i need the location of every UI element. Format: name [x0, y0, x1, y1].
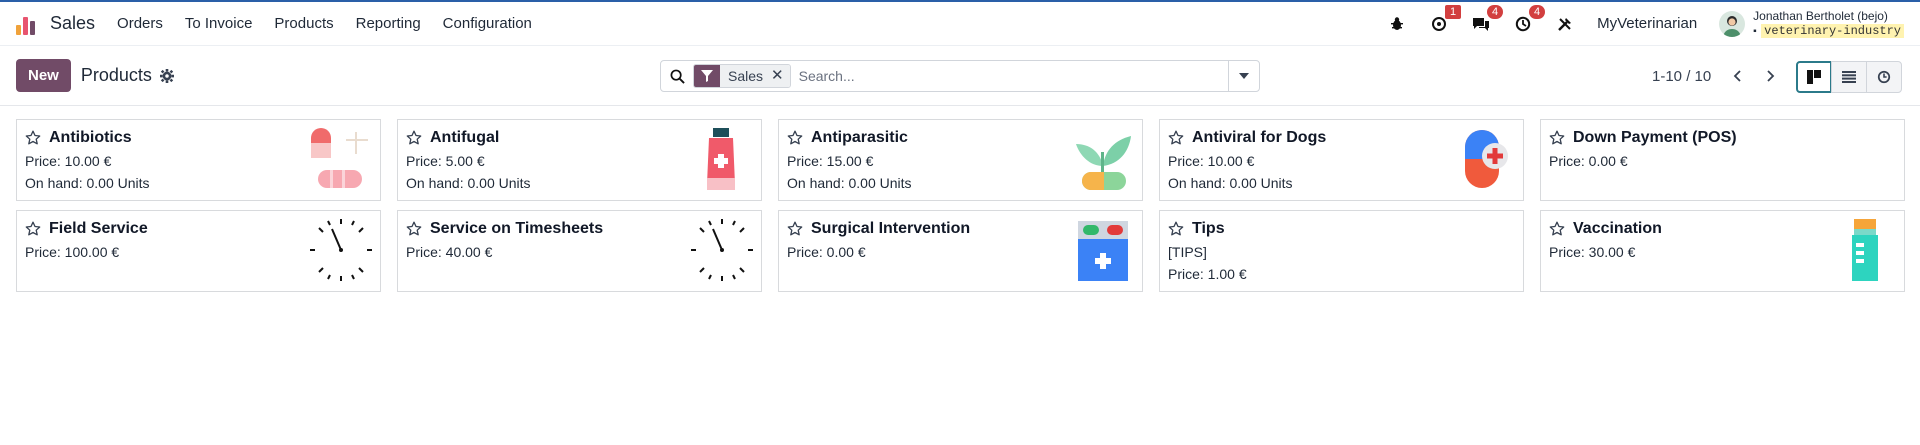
close-icon[interactable]: ✕: [771, 65, 790, 87]
product-info-line: [TIPS]: [1168, 244, 1207, 260]
search-icon[interactable]: [661, 69, 693, 84]
search-options-toggle[interactable]: [1228, 61, 1259, 91]
menu-products[interactable]: Products: [274, 15, 333, 32]
activity-badge: 1: [1445, 4, 1462, 19]
view-switcher: [1796, 61, 1902, 93]
user-name: Jonathan Bertholet (bejo): [1753, 8, 1888, 23]
control-panel: New Products Sales ✕ 1-10 / 10: [0, 46, 1920, 106]
kanban-view-button[interactable]: [1796, 61, 1832, 93]
product-info-line: Price: 1.00 €: [1168, 266, 1247, 282]
list-view-button[interactable]: [1831, 61, 1867, 93]
star-icon[interactable]: [1168, 130, 1184, 146]
menu-configuration[interactable]: Configuration: [443, 15, 532, 32]
search-facet: Sales ✕: [693, 64, 791, 88]
product-image: [1832, 217, 1898, 283]
star-icon[interactable]: [1549, 221, 1565, 237]
database-name: veterinary-industry: [1761, 23, 1904, 38]
search-bar: Sales ✕: [660, 60, 1260, 92]
menu-to-invoice[interactable]: To Invoice: [185, 15, 253, 32]
pager-value[interactable]: 1-10 / 10: [1652, 68, 1711, 85]
product-card-title: Tips: [1168, 220, 1515, 238]
gear-icon[interactable]: [159, 68, 174, 83]
product-name: Tips: [1192, 220, 1225, 237]
kanban-icon: [1807, 70, 1821, 84]
activity-view-button[interactable]: [1866, 61, 1902, 93]
star-icon[interactable]: [25, 130, 41, 146]
star-icon[interactable]: [25, 221, 41, 237]
chevron-right-icon[interactable]: [1763, 70, 1779, 82]
database-icon: ▪: [1753, 25, 1757, 37]
clock-icon: [1877, 70, 1891, 84]
activity-icon[interactable]: 1: [1429, 4, 1462, 34]
product-card-title: Down Payment (POS): [1549, 129, 1896, 147]
product-card[interactable]: Antiviral for Dogs Price: 10.00 € On hand:…: [1159, 119, 1524, 201]
systray: 1 4 4 MyVeterinarian Jonathan Bertholet …: [1387, 4, 1904, 39]
product-image: [1070, 217, 1136, 283]
facet-label: Sales: [720, 65, 772, 87]
list-icon: [1842, 71, 1856, 83]
star-icon[interactable]: [406, 130, 422, 146]
product-info-line: Price: 0.00 €: [1549, 153, 1628, 169]
product-image: [308, 126, 374, 192]
product-name: Down Payment (POS): [1573, 129, 1737, 146]
tools-icon[interactable]: [1555, 14, 1575, 34]
chevron-left-icon[interactable]: [1729, 70, 1745, 82]
product-card[interactable]: Antiparasitic Price: 15.00 € On hand: 0.00…: [778, 119, 1143, 201]
product-card[interactable]: Service on Timesheets Price: 40.00 €: [397, 210, 762, 292]
bug-icon[interactable]: [1387, 14, 1407, 34]
app-name[interactable]: Sales: [50, 13, 95, 34]
chat-icon[interactable]: 4: [1471, 4, 1504, 34]
product-card[interactable]: Vaccination Price: 30.00 €: [1540, 210, 1905, 292]
sales-app-icon[interactable]: [16, 13, 38, 35]
product-image: [689, 217, 755, 283]
star-icon[interactable]: [787, 221, 803, 237]
page-title: Products: [80, 65, 152, 85]
product-card[interactable]: Tips [TIPS] Price: 1.00 €: [1159, 210, 1524, 292]
pager: 1-10 / 10: [1652, 46, 1779, 106]
clock-icon[interactable]: 4: [1513, 4, 1546, 34]
product-image: [689, 126, 755, 192]
top-navbar: Sales Orders To Invoice Products Reporti…: [0, 0, 1920, 46]
menu-reporting[interactable]: Reporting: [356, 15, 421, 32]
product-card[interactable]: Antibiotics Price: 10.00 € On hand: 0.00 U…: [16, 119, 381, 201]
chat-badge: 4: [1487, 4, 1504, 19]
avatar: [1719, 10, 1746, 37]
clock-badge: 4: [1529, 4, 1546, 19]
product-card[interactable]: Down Payment (POS) Price: 0.00 €: [1540, 119, 1905, 201]
product-name: Field Service: [49, 220, 148, 237]
product-name: Antiviral for Dogs: [1192, 129, 1327, 146]
new-button[interactable]: New: [16, 59, 71, 92]
product-image: [1451, 126, 1517, 192]
menu-orders[interactable]: Orders: [117, 15, 163, 32]
user-menu[interactable]: Jonathan Bertholet (bejo) ▪ veterinary-i…: [1719, 9, 1904, 39]
product-name: Antiparasitic: [811, 129, 908, 146]
product-kanban: Antibiotics Price: 10.00 € On hand: 0.00 U…: [16, 119, 1905, 292]
company-switcher[interactable]: MyVeterinarian: [1597, 15, 1697, 32]
product-name: Vaccination: [1573, 220, 1662, 237]
database-label: ▪ veterinary-industry: [1753, 23, 1904, 39]
product-card[interactable]: Surgical Intervention Price: 0.00 €: [778, 210, 1143, 292]
chevron-down-icon: [1239, 73, 1249, 79]
product-name: Service on Timesheets: [430, 220, 604, 237]
filter-icon: [694, 65, 720, 87]
product-card[interactable]: Antifugal Price: 5.00 € On hand: 0.00 Unit…: [397, 119, 762, 201]
product-card[interactable]: Field Service Price: 100.00 €: [16, 210, 381, 292]
product-name: Antifugal: [430, 129, 500, 146]
star-icon[interactable]: [787, 130, 803, 146]
star-icon[interactable]: [1549, 130, 1565, 146]
main-menu: Sales Orders To Invoice Products Reporti…: [16, 13, 532, 35]
product-name: Surgical Intervention: [811, 220, 971, 237]
product-name: Antibiotics: [49, 129, 132, 146]
star-icon[interactable]: [1168, 221, 1184, 237]
search-input[interactable]: [796, 67, 1228, 85]
star-icon[interactable]: [406, 221, 422, 237]
product-image: [1070, 126, 1136, 192]
product-image: [308, 217, 374, 283]
